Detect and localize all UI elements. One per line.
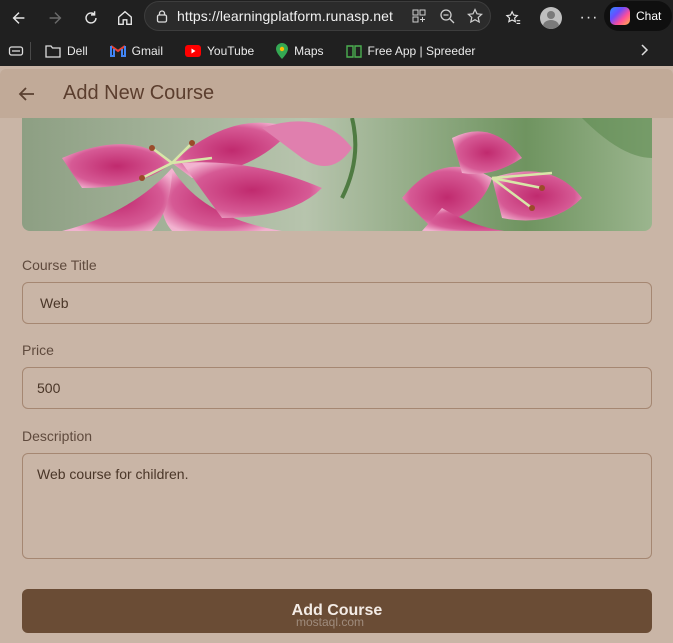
back-icon[interactable] xyxy=(4,3,34,33)
course-title-input[interactable]: Web xyxy=(22,282,652,324)
more-menu-icon[interactable]: ··· xyxy=(574,3,604,33)
gmail-icon xyxy=(109,45,126,57)
copilot-icon xyxy=(610,7,630,25)
youtube-icon xyxy=(185,45,202,57)
course-image xyxy=(22,118,652,231)
favorites-icon[interactable] xyxy=(498,3,528,33)
url-text: https://learningplatform.runasp.net xyxy=(177,8,393,24)
book-icon xyxy=(345,44,362,58)
page-title: Add New Course xyxy=(63,82,215,104)
bookmark-spreeder[interactable]: Free App | Spreeder xyxy=(345,44,475,58)
profile-avatar[interactable] xyxy=(536,7,566,29)
home-icon[interactable] xyxy=(110,3,140,33)
address-bar[interactable]: https://learningplatform.runasp.net xyxy=(144,1,491,31)
price-input[interactable]: 500 xyxy=(22,367,652,409)
bookmark-dell[interactable]: Dell xyxy=(45,44,88,58)
course-title-label: Course Title xyxy=(22,257,97,273)
folder-icon xyxy=(45,44,61,58)
refresh-icon[interactable] xyxy=(76,3,106,33)
description-label: Description xyxy=(22,428,93,444)
favorite-star-icon[interactable] xyxy=(466,7,484,25)
browser-toolbar: https://learningplatform.runasp.net ··· … xyxy=(0,0,673,36)
price-label: Price xyxy=(22,342,54,358)
description-textarea[interactable]: Web course for children. xyxy=(22,453,652,559)
chevron-right-icon[interactable] xyxy=(639,43,651,60)
bookmark-gmail[interactable]: Gmail xyxy=(109,44,163,58)
maps-icon xyxy=(276,43,289,59)
collections-icon[interactable] xyxy=(8,43,24,59)
bookmark-maps[interactable]: Maps xyxy=(276,43,324,59)
zoom-icon[interactable] xyxy=(438,7,456,25)
bookmark-divider xyxy=(30,42,31,60)
back-arrow-icon[interactable] xyxy=(12,79,42,109)
app-grid-icon[interactable] xyxy=(410,7,428,25)
lock-icon xyxy=(155,9,169,23)
bookmarks-bar: Dell Gmail YouTube Maps Free App | Spree… xyxy=(0,36,673,66)
copilot-chat-button[interactable]: Chat xyxy=(604,1,672,31)
watermark: mostaql.com xyxy=(296,615,365,629)
app-header: Add New Course xyxy=(0,69,673,118)
forward-icon[interactable] xyxy=(40,3,70,33)
bookmark-youtube[interactable]: YouTube xyxy=(185,44,254,58)
chat-label: Chat xyxy=(636,9,662,23)
